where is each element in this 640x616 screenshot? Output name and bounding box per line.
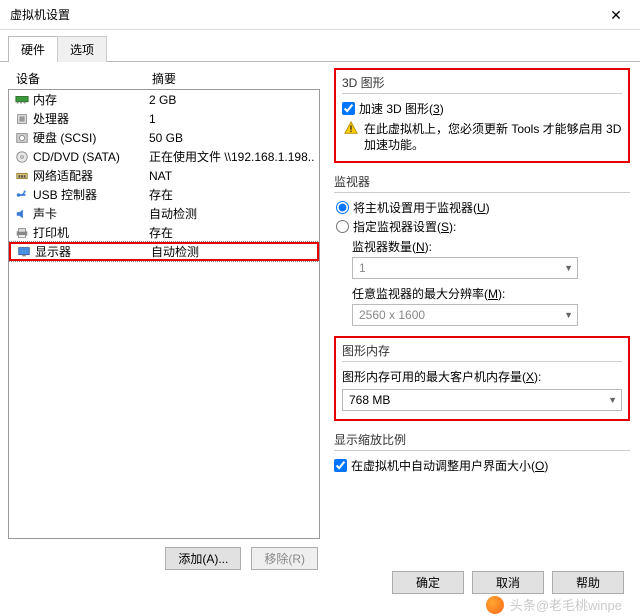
col-summary: 摘要	[152, 70, 176, 87]
tab-options[interactable]: 选项	[57, 36, 107, 62]
hardware-panel: 设备 摘要 内存 2 GB 处理器 1 硬盘 (SCSI) 50 GB CD/D…	[8, 68, 320, 570]
hw-network[interactable]: 网络适配器 NAT	[9, 166, 319, 185]
add-button[interactable]: 添加(A)...	[165, 547, 241, 570]
monitor-count-select: 1 ▼	[352, 257, 578, 279]
printer-icon	[15, 226, 33, 240]
cancel-button[interactable]: 取消	[472, 571, 544, 594]
cd-icon	[15, 150, 33, 164]
hw-usb[interactable]: USB 控制器 存在	[9, 185, 319, 204]
hw-cddvd[interactable]: CD/DVD (SATA) 正在使用文件 \\192.168.1.198...	[9, 147, 319, 166]
help-button[interactable]: 帮助	[552, 571, 624, 594]
group-3d-title: 3D 图形	[342, 74, 622, 93]
monitor-count-row: 监视器数量(N): 1 ▼	[352, 238, 630, 279]
watermark-text: 头条@老毛桃winpe	[510, 595, 622, 614]
hardware-list: 内存 2 GB 处理器 1 硬盘 (SCSI) 50 GB CD/DVD (SA…	[8, 89, 320, 539]
radio-specify[interactable]: 指定监视器设置(S):	[336, 218, 630, 235]
memory-icon	[15, 93, 33, 107]
watermark: 头条@老毛桃winpe	[486, 595, 622, 614]
group-zoom-title: 显示缩放比例	[334, 431, 630, 450]
settings-panel: 3D 图形 加速 3D 图形(3) 在此虚拟机上，您必须更新 Tools 才能够…	[334, 68, 630, 570]
group-graphics-memory: 图形内存 图形内存可用的最大客户机内存量(X): 768 MB ▼	[334, 336, 630, 421]
warning-icon	[344, 121, 358, 135]
3d-warning-text: 在此虚拟机上，您必须更新 Tools 才能够启用 3D 加速功能。	[364, 121, 622, 153]
hw-display[interactable]: 显示器 自动检测	[9, 242, 319, 261]
monitor-maxres-select: 2560 x 1600 ▼	[352, 304, 578, 326]
chevron-down-icon: ▼	[564, 263, 573, 273]
col-device: 设备	[16, 70, 152, 87]
group-monitors-title: 监视器	[334, 173, 630, 192]
hardware-buttons: 添加(A)... 移除(R)	[8, 547, 318, 570]
remove-button: 移除(R)	[251, 547, 318, 570]
display-icon	[17, 245, 35, 259]
chevron-down-icon: ▼	[608, 395, 617, 405]
window-title: 虚拟机设置	[10, 0, 70, 30]
group-3d-graphics: 3D 图形 加速 3D 图形(3) 在此虚拟机上，您必须更新 Tools 才能够…	[334, 68, 630, 163]
monitor-maxres-row: 任意监视器的最大分辨率(M): 2560 x 1600 ▼	[352, 285, 630, 326]
close-icon[interactable]: ✕	[596, 0, 636, 30]
content: 设备 摘要 内存 2 GB 处理器 1 硬盘 (SCSI) 50 GB CD/D…	[0, 62, 640, 570]
tabs: 硬件 选项	[8, 36, 640, 62]
ok-button[interactable]: 确定	[392, 571, 464, 594]
hardware-header: 设备 摘要	[8, 68, 320, 89]
hw-printer[interactable]: 打印机 存在	[9, 223, 319, 242]
group-gmem-title: 图形内存	[342, 342, 622, 361]
group-zoom: 显示缩放比例 在虚拟机中自动调整用户界面大小(O)	[334, 431, 630, 474]
hw-cpu[interactable]: 处理器 1	[9, 109, 319, 128]
gmem-select[interactable]: 768 MB ▼	[342, 389, 622, 411]
3d-warning: 在此虚拟机上，您必须更新 Tools 才能够启用 3D 加速功能。	[342, 121, 622, 153]
radio-use-host[interactable]: 将主机设置用于监视器(U)	[336, 199, 630, 216]
group-monitors: 监视器 将主机设置用于监视器(U) 指定监视器设置(S): 监视器数量(N): …	[334, 173, 630, 326]
hw-memory[interactable]: 内存 2 GB	[9, 90, 319, 109]
titlebar: 虚拟机设置 ✕	[0, 0, 640, 30]
usb-icon	[15, 188, 33, 202]
auto-resize-checkbox[interactable]: 在虚拟机中自动调整用户界面大小(O)	[334, 457, 630, 474]
sound-icon	[15, 207, 33, 221]
hw-sound[interactable]: 声卡 自动检测	[9, 204, 319, 223]
disk-icon	[15, 131, 33, 145]
tab-hardware[interactable]: 硬件	[8, 36, 58, 62]
gmem-label: 图形内存可用的最大客户机内存量(X):	[342, 368, 622, 385]
watermark-icon	[486, 596, 504, 614]
network-icon	[15, 169, 33, 183]
cpu-icon	[15, 112, 33, 126]
dialog-buttons: 确定 取消 帮助	[392, 571, 624, 594]
chevron-down-icon: ▼	[564, 310, 573, 320]
accelerate-3d-checkbox[interactable]: 加速 3D 图形(3)	[342, 100, 622, 117]
hw-disk[interactable]: 硬盘 (SCSI) 50 GB	[9, 128, 319, 147]
